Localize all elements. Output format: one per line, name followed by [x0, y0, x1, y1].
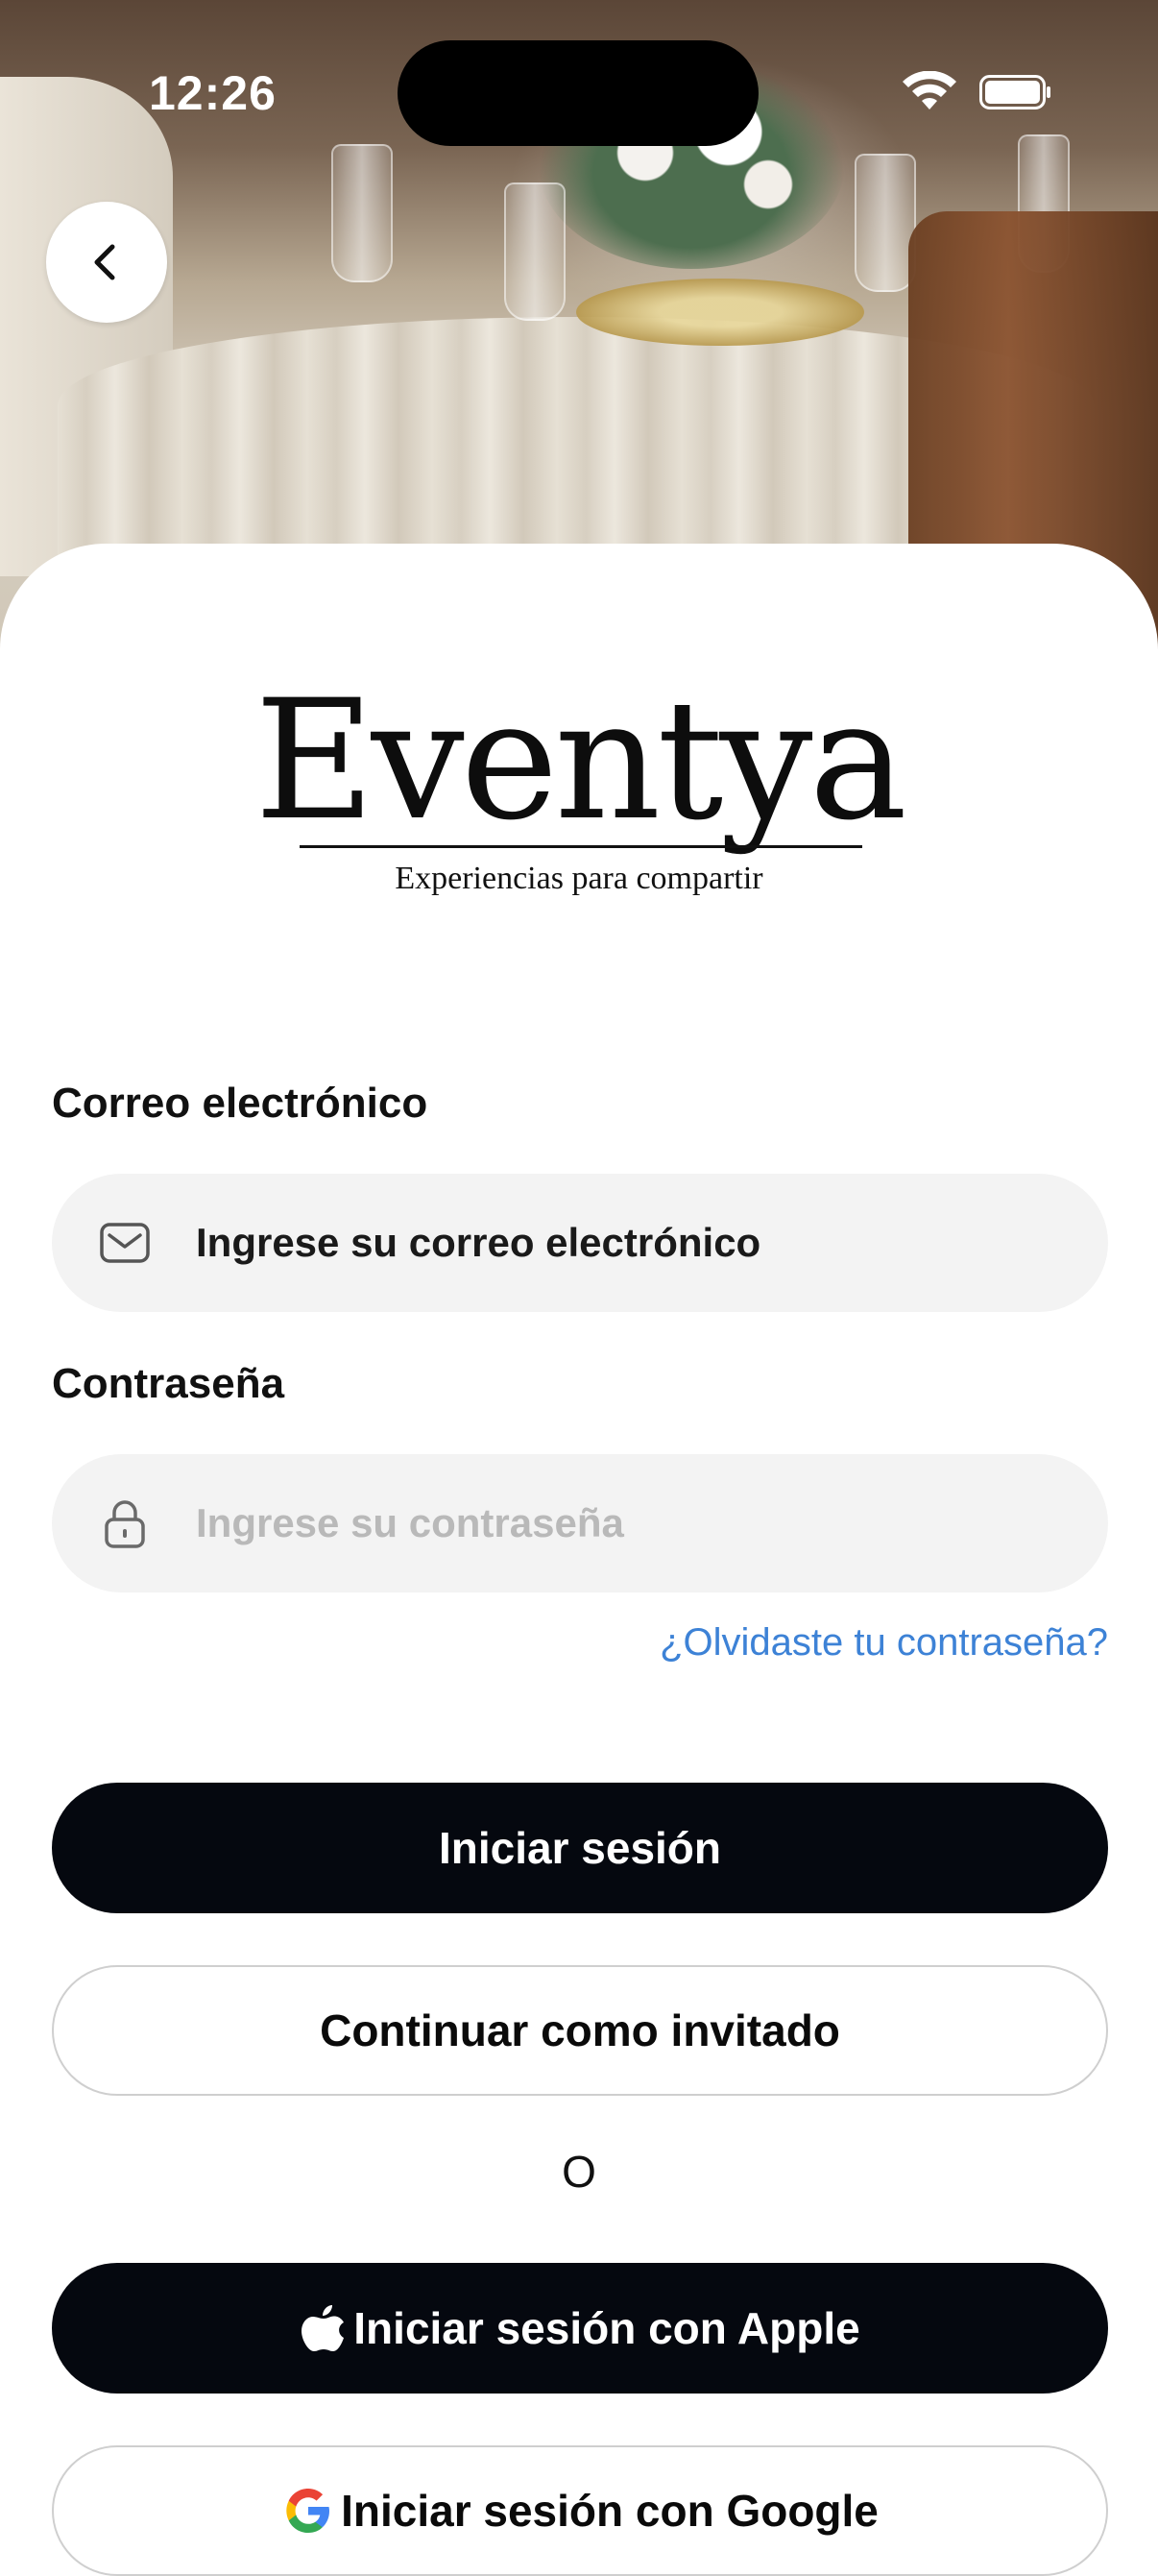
back-button[interactable] [46, 202, 167, 323]
google-icon [286, 2489, 330, 2533]
forgot-password-link[interactable]: ¿Olvidaste tu contraseña? [660, 1621, 1108, 1665]
hero-glass [331, 144, 393, 282]
logo: Eventya [0, 678, 1158, 843]
lock-icon [105, 1500, 145, 1548]
google-signin-label: Iniciar sesión con Google [341, 2486, 879, 2536]
email-input[interactable] [196, 1220, 1060, 1266]
status-time: 12:26 [149, 66, 277, 120]
mail-icon [100, 1223, 150, 1263]
logo-divider [300, 845, 862, 848]
email-label: Correo electrónico [52, 1080, 428, 1127]
apple-icon [302, 2305, 345, 2351]
chevron-left-icon [94, 244, 115, 280]
logo-wordmark: Eventya [253, 664, 907, 857]
apple-signin-button[interactable]: Iniciar sesión con Apple [52, 2263, 1108, 2394]
google-signin-button[interactable]: Iniciar sesión con Google [52, 2445, 1108, 2576]
guest-button[interactable]: Continuar como invitado [52, 1965, 1108, 2096]
password-field-container [52, 1454, 1108, 1592]
login-card: Eventya Experiencias para compartir Corr… [0, 544, 1158, 2576]
dynamic-island [398, 40, 759, 146]
logo-tagline: Experiencias para compartir [395, 861, 763, 896]
login-button[interactable]: Iniciar sesión [52, 1783, 1108, 1913]
apple-signin-label: Iniciar sesión con Apple [353, 2303, 860, 2353]
hero-gold-plate [576, 279, 864, 346]
guest-button-label: Continuar como invitado [320, 2005, 840, 2055]
email-field-container [52, 1174, 1108, 1312]
password-label: Contraseña [52, 1360, 285, 1407]
hero-glass [504, 182, 566, 321]
battery-icon [979, 75, 1050, 109]
wifi-icon [903, 71, 956, 109]
password-input[interactable] [196, 1500, 1060, 1546]
hero-glass [855, 154, 916, 292]
or-separator: O [562, 2147, 596, 2197]
login-button-label: Iniciar sesión [438, 1823, 721, 1873]
